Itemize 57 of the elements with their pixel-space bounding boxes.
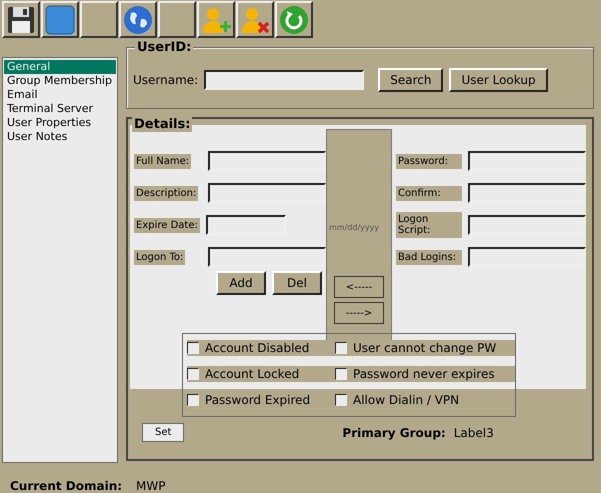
toolbar-button[interactable] bbox=[236, 1, 274, 38]
square-icon bbox=[45, 4, 75, 34]
field-label: Logon To: bbox=[134, 250, 186, 264]
input-field[interactable] bbox=[468, 215, 586, 235]
input-field[interactable] bbox=[468, 247, 586, 267]
input-field[interactable] bbox=[208, 151, 326, 171]
search-button[interactable]: Search bbox=[378, 68, 444, 92]
field-label: Full Name: bbox=[134, 154, 192, 168]
primary-group-value: Label3 bbox=[454, 426, 494, 440]
input-field[interactable] bbox=[208, 247, 326, 267]
section-item[interactable]: General bbox=[4, 60, 116, 74]
toolbar-button[interactable] bbox=[197, 1, 235, 38]
checkbox[interactable] bbox=[335, 342, 347, 354]
checkbox-option[interactable]: Account Locked bbox=[187, 366, 335, 382]
toolbar-button[interactable] bbox=[275, 1, 313, 38]
checkbox-option[interactable]: Account Disabled bbox=[187, 340, 335, 356]
add-button[interactable]: Add bbox=[216, 271, 266, 295]
delete-button[interactable]: Del bbox=[272, 271, 322, 295]
section-item[interactable]: User Properties bbox=[4, 116, 116, 130]
checkbox-option[interactable]: Password never expires bbox=[335, 366, 515, 382]
username-field[interactable] bbox=[204, 70, 364, 90]
checkbox[interactable] bbox=[335, 368, 347, 380]
checkbox[interactable] bbox=[335, 394, 347, 406]
input-field[interactable] bbox=[468, 183, 586, 203]
field-label: Username: bbox=[133, 73, 198, 87]
toolbar-button[interactable] bbox=[2, 1, 40, 38]
field-label: Password: bbox=[396, 154, 462, 168]
toolbar-button[interactable] bbox=[41, 1, 79, 38]
move-right-button[interactable]: -----> bbox=[334, 302, 384, 324]
set-button[interactable]: Set bbox=[142, 423, 184, 442]
date-format-hint: mm/dd/yyyy bbox=[329, 223, 380, 232]
field-label: Bad Logins: bbox=[396, 250, 462, 264]
primary-group-label: Primary Group: bbox=[342, 426, 446, 440]
toolbar-button[interactable] bbox=[119, 1, 157, 38]
field-label: Description: bbox=[134, 186, 198, 200]
checkbox[interactable] bbox=[187, 394, 199, 406]
status-value: MWP bbox=[136, 479, 166, 493]
input-field[interactable] bbox=[208, 183, 326, 203]
toolbar-button[interactable] bbox=[80, 1, 118, 38]
input-field[interactable] bbox=[468, 151, 586, 171]
field-label: Expire Date: bbox=[134, 218, 200, 232]
toolbar-button[interactable] bbox=[158, 1, 196, 38]
move-left-button[interactable]: <----- bbox=[334, 276, 384, 298]
user-lookup-button[interactable]: User Lookup bbox=[449, 68, 548, 92]
section-item[interactable]: Terminal Server bbox=[4, 102, 116, 116]
globe-icon bbox=[123, 4, 153, 34]
section-item[interactable]: User Notes bbox=[4, 130, 116, 144]
field-label: Confirm: bbox=[396, 186, 462, 200]
group-title: Details: bbox=[132, 117, 192, 132]
field-label: Logon Script: bbox=[396, 212, 462, 238]
section-item[interactable]: Email bbox=[4, 88, 116, 102]
section-item[interactable]: Group Membership bbox=[4, 74, 116, 88]
checkbox[interactable] bbox=[187, 342, 199, 354]
refresh-icon bbox=[279, 4, 309, 34]
checkbox-option[interactable]: User cannot change PW bbox=[335, 340, 515, 356]
checkbox[interactable] bbox=[187, 368, 199, 380]
status-label: Current Domain: bbox=[10, 479, 122, 493]
